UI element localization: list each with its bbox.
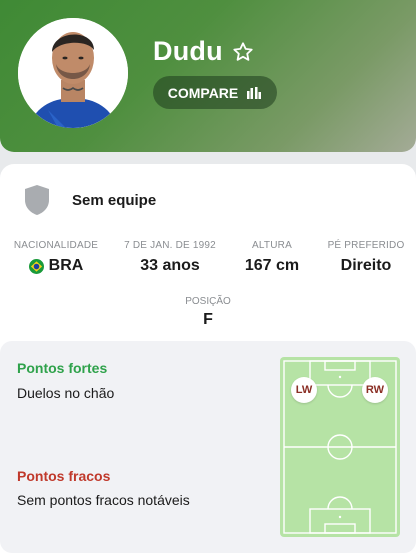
compare-label: COMPARE [167,84,239,101]
stat-height: ALTURA 167 cm [222,240,322,275]
strength-item: Duelos no chão [17,385,115,401]
stat-value: 33 anos [140,257,200,274]
stat-preferred-foot: PÉ PREFERIDO Direito [316,240,416,275]
position-label: POSIÇÃO [185,296,231,307]
team-name[interactable]: Sem equipe [72,192,156,209]
player-name: Dudu [153,36,223,66]
weakness-item: Sem pontos fracos notáveis [17,492,190,508]
position-pitch: LW RW [280,357,400,537]
stat-value: BRA [48,257,84,274]
stat-nationality: NACIONALIDADE BRA [6,240,106,275]
strengths-weaknesses-panel: Pontos fortes Duelos no chão Pontos frac… [0,341,416,553]
shield-icon [25,185,49,215]
compare-bars-icon [247,86,262,99]
player-header: Dudu COMPARE [0,0,416,152]
position-value: F [203,311,213,328]
stat-value: 167 cm [244,257,300,274]
stat-label: PÉ PREFERIDO [327,240,405,251]
stat-label: NACIONALIDADE [13,240,99,251]
brazil-flag-icon [28,258,44,274]
compare-button[interactable]: COMPARE [153,76,277,109]
stat-label: 7 DE JAN. DE 1992 [124,240,216,251]
player-avatar [18,18,128,128]
stat-birthdate: 7 DE JAN. DE 1992 33 anos [120,240,220,275]
pitch-position-rw: RW [362,377,388,403]
pitch-position-lw: LW [291,377,317,403]
stat-position: POSIÇÃO F [158,296,258,329]
stat-label: ALTURA [252,240,292,251]
weaknesses-title: Pontos fracos [17,468,111,484]
strengths-title: Pontos fortes [17,360,108,376]
star-outline-icon[interactable] [232,41,254,63]
stat-value: Direito [340,257,392,274]
